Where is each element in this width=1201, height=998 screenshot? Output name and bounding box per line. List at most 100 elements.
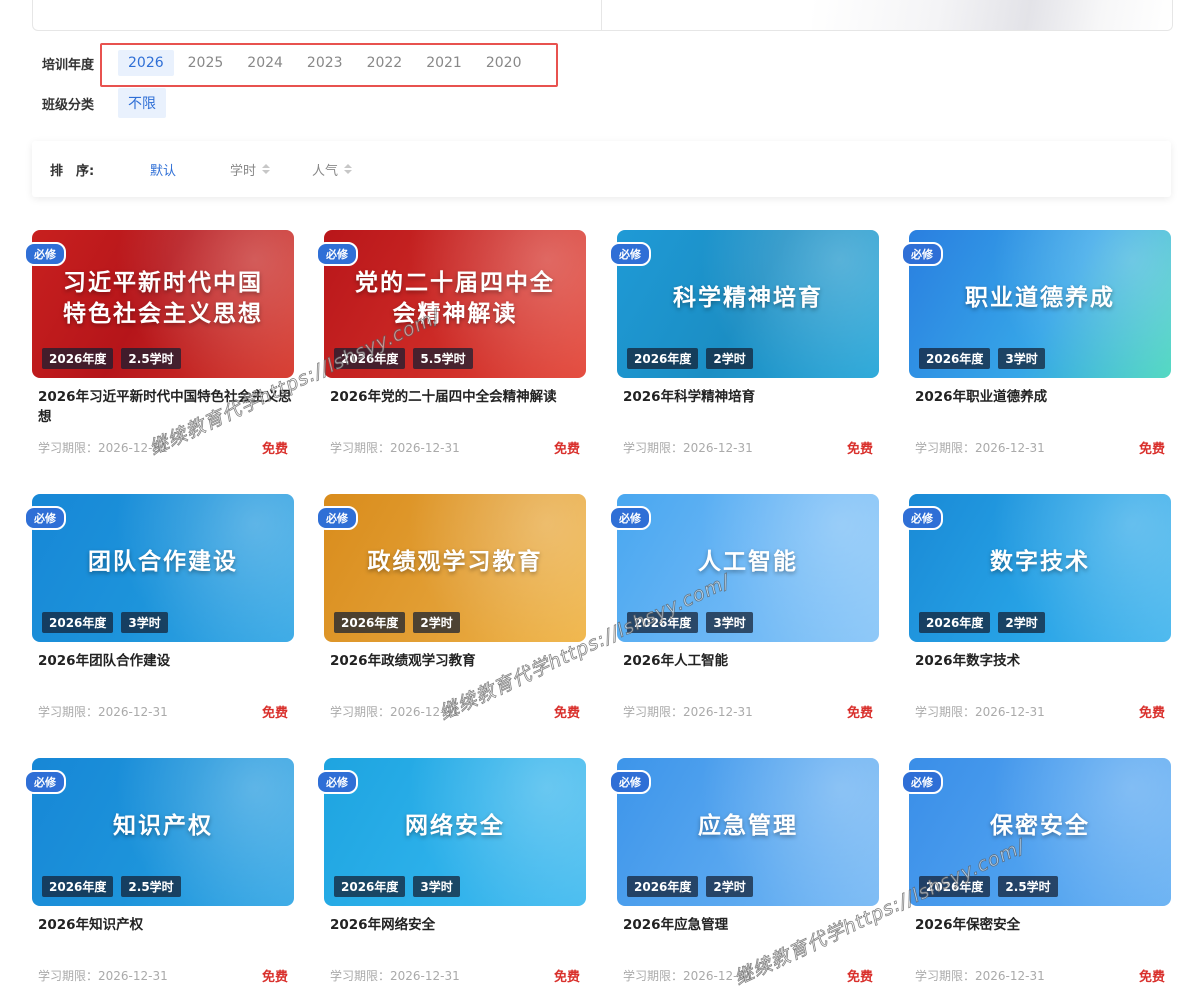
hours-tag: 3学时	[706, 612, 753, 633]
course-name[interactable]: 2026年党的二十届四中全会精神解读	[330, 387, 586, 407]
cover-tags: 2026年度 2学时	[627, 348, 761, 369]
required-badge: 必修	[609, 242, 651, 266]
course-cover[interactable]: 人工智能 2026年度 3学时	[617, 494, 879, 642]
year-option-2023[interactable]: 2023	[297, 50, 353, 76]
year-options: 2026 2025 2024 2023 2022 2021 2020	[118, 50, 535, 76]
course-cover[interactable]: 保密安全 2026年度 2.5学时	[909, 758, 1171, 906]
course-cover[interactable]: 政绩观学习教育 2026年度 2学时	[324, 494, 586, 642]
sort-default[interactable]: 默认	[150, 160, 176, 179]
course-card[interactable]: 必修 职业道德养成 2026年度 3学时 2026年职业道德养成 学习期限：2026-12…	[901, 230, 1171, 466]
course-card[interactable]: 必修 人工智能 2026年度 3学时 2026年人工智能 学习期限：2026-12-31 免…	[609, 494, 879, 730]
course-price: 免费	[846, 442, 873, 457]
study-deadline: 学习期限：2026-12-31	[330, 969, 460, 983]
cover-tags: 2026年度 3学时	[334, 876, 468, 897]
study-deadline: 学习期限：2026-12-31	[623, 705, 753, 719]
year-tag: 2026年度	[919, 876, 991, 897]
cover-tags: 2026年度 2学时	[334, 612, 468, 633]
course-cover[interactable]: 习近平新时代中国特色社会主义思想 2026年度 2.5学时	[32, 230, 294, 378]
required-badge: 必修	[24, 506, 66, 530]
course-name[interactable]: 2026年数字技术	[915, 651, 1171, 671]
course-price: 免费	[1138, 442, 1165, 457]
panel-divider	[601, 0, 602, 30]
year-tag: 2026年度	[919, 612, 991, 633]
course-footer: 学习期限：2026-12-31 免费	[915, 966, 1165, 985]
course-card[interactable]: 必修 习近平新时代中国特色社会主义思想 2026年度 2.5学时 2026年习近平新时代…	[24, 230, 294, 466]
year-option-2021[interactable]: 2021	[416, 50, 472, 76]
hours-tag: 2.5学时	[121, 348, 181, 369]
class-option[interactable]: 不限	[118, 88, 166, 118]
course-card[interactable]: 必修 科学精神培育 2026年度 2学时 2026年科学精神培育 学习期限：2026-12…	[609, 230, 879, 466]
hours-tag: 2学时	[998, 612, 1045, 633]
course-name[interactable]: 2026年人工智能	[623, 651, 879, 671]
course-footer: 学习期限：2026-12-31 免费	[38, 438, 288, 457]
cover-tags: 2026年度 2.5学时	[919, 876, 1066, 897]
required-badge: 必修	[609, 506, 651, 530]
course-cover[interactable]: 职业道德养成 2026年度 3学时	[909, 230, 1171, 378]
cover-title: 网络安全	[405, 813, 505, 840]
cover-title: 应急管理	[698, 813, 798, 840]
course-cover[interactable]: 应急管理 2026年度 2学时	[617, 758, 879, 906]
cover-tags: 2026年度 3学时	[919, 348, 1053, 369]
sort-arrows-icon	[262, 164, 271, 174]
course-name[interactable]: 2026年应急管理	[623, 915, 879, 935]
hours-tag: 3学时	[413, 876, 460, 897]
course-footer: 学习期限：2026-12-31 免费	[915, 438, 1165, 457]
course-name[interactable]: 2026年政绩观学习教育	[330, 651, 586, 671]
sort-hours[interactable]: 学时	[230, 160, 271, 179]
course-cover[interactable]: 知识产权 2026年度 2.5学时	[32, 758, 294, 906]
year-filter-row: 培训年度 2026 2025 2024 2023 2022 2021 2020	[42, 50, 535, 76]
year-option-2020[interactable]: 2020	[476, 50, 532, 76]
course-card[interactable]: 必修 保密安全 2026年度 2.5学时 2026年保密安全 学习期限：2026-12-3…	[901, 758, 1171, 994]
sort-default-label: 默认	[150, 163, 177, 179]
cover-tags: 2026年度 3学时	[627, 612, 761, 633]
course-card[interactable]: 必修 应急管理 2026年度 2学时 2026年应急管理 学习期限：2026-12-31 免…	[609, 758, 879, 994]
year-option-2024[interactable]: 2024	[237, 50, 293, 76]
study-deadline: 学习期限：2026-12-31	[623, 969, 753, 983]
course-name[interactable]: 2026年知识产权	[38, 915, 294, 935]
course-card[interactable]: 必修 知识产权 2026年度 2.5学时 2026年知识产权 学习期限：2026-12-3…	[24, 758, 294, 994]
year-tag: 2026年度	[334, 612, 406, 633]
cover-title: 团队合作建设	[88, 549, 238, 576]
course-cover[interactable]: 数字技术 2026年度 2学时	[909, 494, 1171, 642]
course-cover[interactable]: 团队合作建设 2026年度 3学时	[32, 494, 294, 642]
course-cover[interactable]: 党的二十届四中全会精神解读 2026年度 5.5学时	[324, 230, 586, 378]
course-card[interactable]: 必修 团队合作建设 2026年度 3学时 2026年团队合作建设 学习期限：2026-12…	[24, 494, 294, 730]
required-badge: 必修	[901, 242, 943, 266]
course-footer: 学习期限：2026-12-31 免费	[915, 702, 1165, 721]
year-tag: 2026年度	[334, 348, 406, 369]
hours-tag: 2.5学时	[121, 876, 181, 897]
required-badge: 必修	[609, 770, 651, 794]
course-price: 免费	[261, 706, 288, 721]
sort-arrows-icon	[344, 164, 353, 174]
course-price: 免费	[553, 970, 580, 985]
course-footer: 学习期限：2026-12-31 免费	[623, 438, 873, 457]
course-card[interactable]: 必修 政绩观学习教育 2026年度 2学时 2026年政绩观学习教育 学习期限：2026-…	[316, 494, 586, 730]
study-deadline: 学习期限：2026-12-31	[915, 969, 1045, 983]
year-option-2022[interactable]: 2022	[357, 50, 413, 76]
course-card[interactable]: 必修网络安全 2026年度 3学时 2026年网络安全学习期限：2026-12-31 免…	[316, 758, 586, 994]
course-cover[interactable]: 科学精神培育 2026年度 2学时	[617, 230, 879, 378]
class-filter-row: 班级分类 不限	[42, 88, 170, 118]
year-option-2025[interactable]: 2025	[178, 50, 234, 76]
required-badge: 必修	[901, 506, 943, 530]
course-name[interactable]: 2026年网络安全	[330, 915, 586, 935]
course-card[interactable]: 必修 数字技术 2026年度 2学时 2026年数字技术 学习期限：2026-12-31 免…	[901, 494, 1171, 730]
course-name[interactable]: 2026年保密安全	[915, 915, 1171, 935]
course-card[interactable]: 必修 党的二十届四中全会精神解读 2026年度 5.5学时 2026年党的二十届四中全会…	[316, 230, 586, 466]
cover-title: 保密安全	[990, 813, 1090, 840]
year-option-2026[interactable]: 2026	[118, 50, 174, 76]
cover-tags: 2026年度 2学时	[627, 876, 761, 897]
required-badge: 必修	[316, 242, 358, 266]
required-badge: 必修	[316, 770, 358, 794]
sort-label: 排 序:	[50, 163, 95, 179]
course-cover[interactable]: 网络安全 2026年度 3学时	[324, 758, 586, 906]
hours-tag: 3学时	[998, 348, 1045, 369]
year-tag: 2026年度	[42, 876, 114, 897]
course-name[interactable]: 2026年团队合作建设	[38, 651, 294, 671]
sort-popularity[interactable]: 人气	[312, 160, 353, 179]
study-deadline: 学习期限：2026-12-31	[915, 441, 1045, 455]
course-name[interactable]: 2026年职业道德养成	[915, 387, 1171, 407]
course-name[interactable]: 2026年科学精神培育	[623, 387, 879, 407]
course-footer: 学习期限：2026-12-31 免费	[38, 702, 288, 721]
course-name[interactable]: 2026年习近平新时代中国特色社会主义思想	[38, 387, 294, 427]
